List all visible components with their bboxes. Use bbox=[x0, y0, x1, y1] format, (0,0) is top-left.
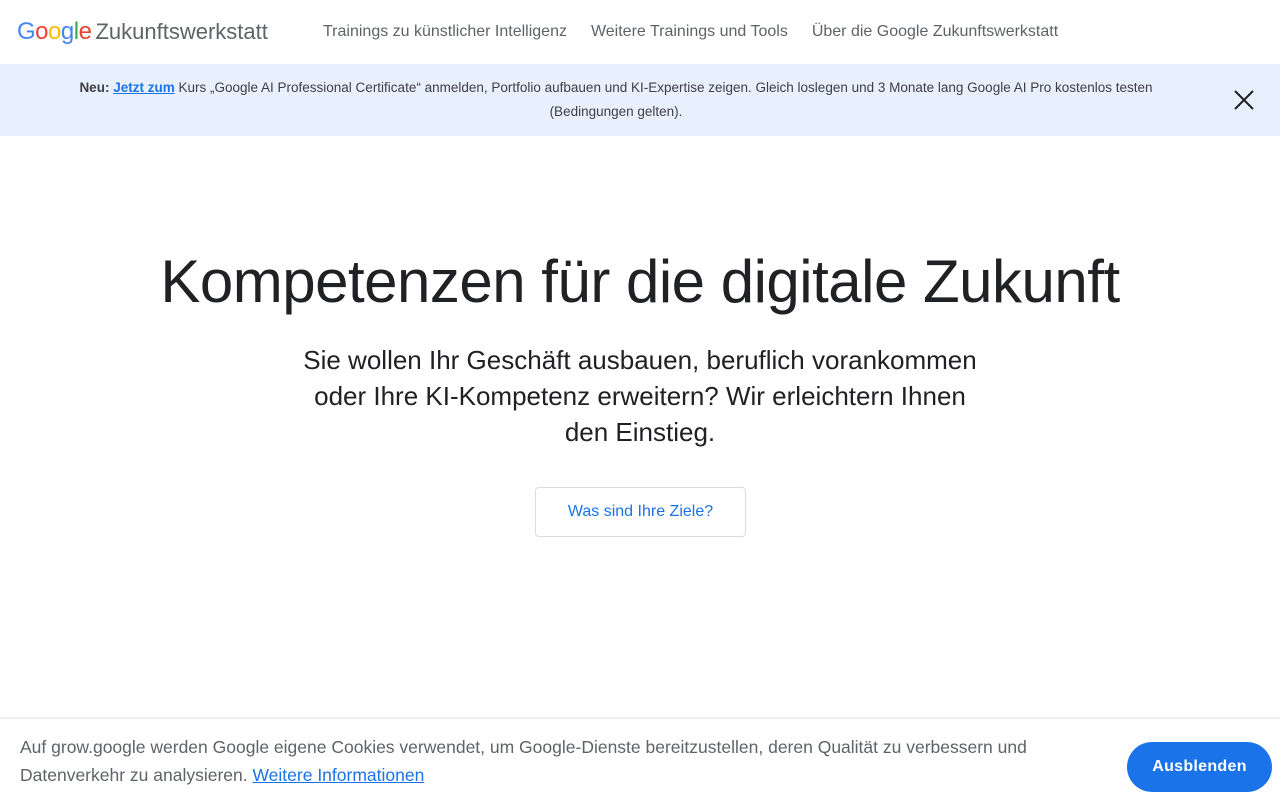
cookie-message: Auf grow.google werden Google eigene Coo… bbox=[20, 737, 1027, 785]
product-name: Zukunftswerkstatt bbox=[95, 19, 268, 44]
banner-link[interactable]: Jetzt zum bbox=[113, 80, 175, 95]
banner-body: Kurs „Google AI Professional Certificate… bbox=[174, 80, 1153, 119]
site-logo[interactable]: Google Zukunftswerkstatt bbox=[17, 18, 268, 46]
goals-button[interactable]: Was sind Ihre Ziele? bbox=[535, 487, 746, 537]
hero-title: Kompetenzen für die digitale Zukunft bbox=[160, 248, 1120, 315]
nav-item-ai-trainings[interactable]: Trainings zu künstlicher Intelligenz bbox=[311, 0, 579, 64]
cookie-bar: Auf grow.google werden Google eigene Coo… bbox=[0, 719, 1280, 800]
main-nav: Trainings zu künstlicher Intelligenz Wei… bbox=[311, 0, 1070, 64]
announcement-banner: Neu: Jetzt zum Kurs „Google AI Professio… bbox=[0, 64, 1280, 136]
nav-item-more-trainings[interactable]: Weitere Trainings und Tools bbox=[579, 0, 800, 64]
google-wordmark: Google bbox=[17, 18, 92, 45]
banner-text: Neu: Jetzt zum Kurs „Google AI Professio… bbox=[40, 76, 1192, 124]
banner-prefix: Neu: bbox=[79, 80, 110, 95]
cookie-dismiss-button[interactable]: Ausblenden bbox=[1127, 742, 1272, 792]
cookie-more-info-link[interactable]: Weitere Informationen bbox=[252, 765, 424, 785]
site-header: Google Zukunftswerkstatt Trainings zu kü… bbox=[0, 0, 1280, 64]
nav-item-about[interactable]: Über die Google Zukunftswerkstatt bbox=[800, 0, 1070, 64]
hero-subtitle: Sie wollen Ihr Geschäft ausbauen, berufl… bbox=[303, 345, 977, 447]
close-icon bbox=[1234, 90, 1254, 110]
cookie-text: Auf grow.google werden Google eigene Coo… bbox=[20, 733, 1110, 789]
close-banner-button[interactable] bbox=[1228, 84, 1260, 116]
